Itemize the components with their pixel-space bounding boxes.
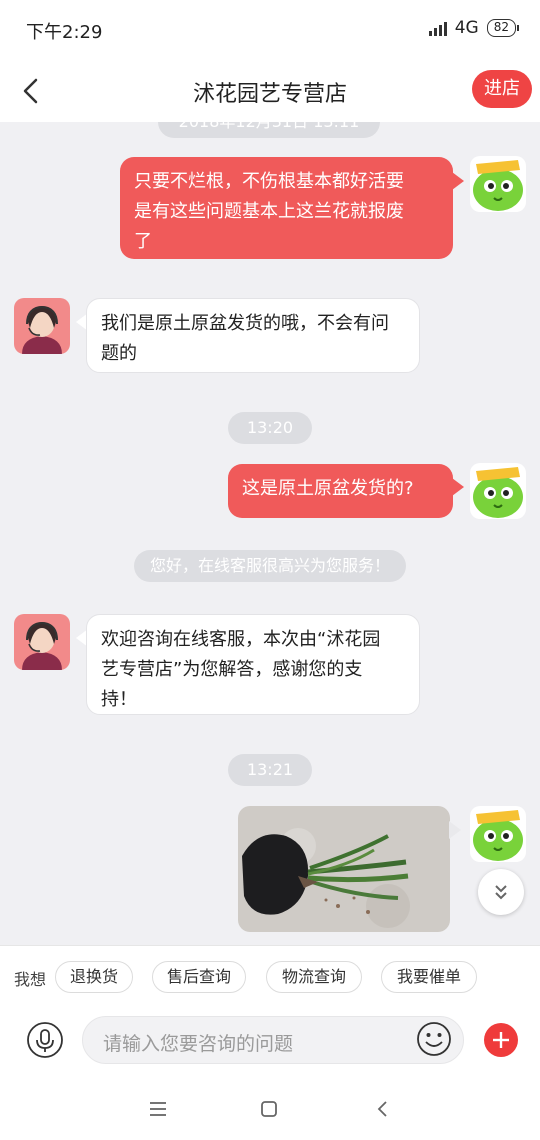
scroll-to-bottom-button[interactable]: [478, 869, 524, 915]
chip-after-sales[interactable]: 售后查询: [152, 961, 246, 993]
image-message[interactable]: [238, 806, 450, 932]
agent-avatar[interactable]: [14, 614, 70, 670]
quick-reply-label: 我想: [14, 970, 47, 989]
status-time: 下午2:29: [26, 22, 103, 43]
status-bar: 下午2:29 4G 82: [0, 0, 540, 60]
green-mascot-icon: [470, 156, 526, 212]
orchid-photo-icon: [238, 806, 450, 932]
bubble-tail: [452, 172, 464, 190]
message-line: 题的: [101, 343, 137, 364]
chat-header: 沭花园艺专营店 进店: [0, 60, 540, 122]
input-placeholder: 请输入您要咨询的问题: [103, 1033, 294, 1055]
message-line: 这是原土原盆发货的?: [242, 478, 414, 499]
timestamp-clipped: 2018年12月31日 13:11: [158, 122, 380, 138]
message-line: 我们是原土原盆发货的哦，不会有问: [101, 313, 389, 334]
timestamp: 13:21: [228, 754, 312, 786]
message-line: 了: [134, 231, 152, 252]
enter-store-button[interactable]: 进店: [472, 70, 532, 108]
more-options-button[interactable]: [484, 1023, 518, 1057]
message-line: 欢迎咨询在线客服，本次由“沭花园: [101, 629, 381, 650]
message-bubble-user[interactable]: 这是原土原盆发货的?: [228, 464, 453, 518]
battery-icon: 82: [486, 19, 520, 37]
green-mascot-icon: [470, 463, 526, 519]
status-indicators: 4G 82: [428, 18, 520, 38]
system-nav-bar: [0, 1077, 540, 1140]
message-line: 持！: [101, 689, 137, 710]
signal-icon: [428, 20, 447, 36]
user-avatar[interactable]: [470, 806, 526, 862]
message-line: 是有这些问题基本上这兰花就报废: [134, 201, 404, 222]
microphone-icon[interactable]: [26, 1021, 64, 1059]
bubble-tail: [449, 821, 461, 839]
timestamp: 13:20: [228, 412, 312, 444]
message-bubble-agent[interactable]: 欢迎咨询在线客服，本次由“沭花园 艺专营店”为您解答，感谢您的支 持！: [86, 614, 420, 715]
battery-level: 82: [493, 20, 509, 34]
user-avatar[interactable]: [470, 463, 526, 519]
message-line: 只要不烂根，不伤根基本都好活要: [134, 171, 404, 192]
agent-avatar[interactable]: [14, 298, 70, 354]
chip-urge-order[interactable]: 我要催单: [381, 961, 477, 993]
message-input[interactable]: 请输入您要咨询的问题: [82, 1016, 464, 1064]
page-title: 沭花园艺专营店: [192, 82, 347, 107]
chip-return-exchange[interactable]: 退换货: [55, 961, 133, 993]
home-icon[interactable]: [257, 1097, 281, 1121]
plus-icon: [493, 1032, 509, 1048]
quick-reply-bar: 我想 退换货 售后查询 物流查询 我要催单: [0, 945, 540, 1007]
support-agent-icon: [14, 298, 70, 354]
message-line: 艺专营店”为您解答，感谢您的支: [101, 659, 363, 680]
system-notice: 您好，在线客服很高兴为您服务！: [134, 550, 406, 582]
emoji-icon[interactable]: [416, 1021, 452, 1057]
support-agent-icon: [14, 614, 70, 670]
bubble-tail: [452, 478, 464, 496]
nav-back-icon[interactable]: [371, 1097, 395, 1121]
menu-icon[interactable]: [146, 1097, 170, 1121]
message-input-bar: 请输入您要咨询的问题: [0, 1007, 540, 1077]
message-bubble-agent[interactable]: 我们是原土原盆发货的哦，不会有问 题的: [86, 298, 420, 373]
chip-logistics[interactable]: 物流查询: [266, 961, 362, 993]
green-mascot-icon: [470, 806, 526, 862]
chat-messages[interactable]: 2018年12月31日 13:11 只要不烂根，不伤根基本都好活要 是有这些问题…: [0, 122, 540, 945]
network-type: 4G: [454, 18, 479, 38]
message-bubble-user[interactable]: 只要不烂根，不伤根基本都好活要 是有这些问题基本上这兰花就报废 了: [120, 157, 453, 259]
double-chevron-down-icon: [495, 885, 507, 900]
user-avatar[interactable]: [470, 156, 526, 212]
